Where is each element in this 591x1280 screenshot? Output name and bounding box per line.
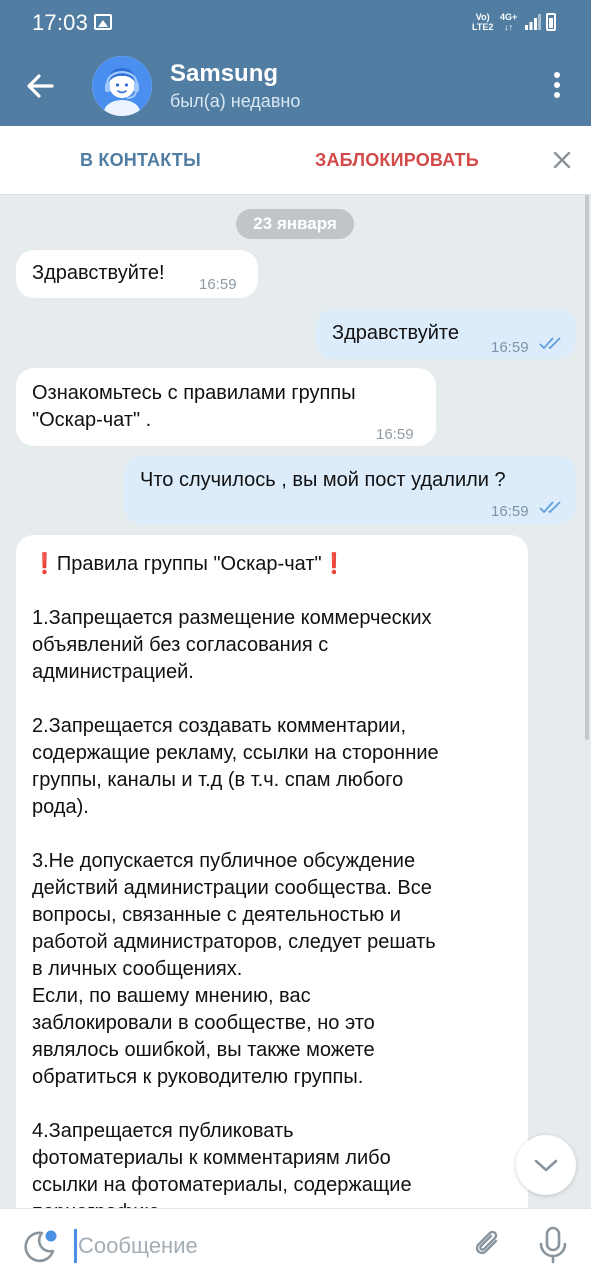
rules-message-content: ❗Правила группы "Оскар-чат"❗ 1.Запрещает… [32,551,512,1208]
incoming-message[interactable]: Здравствуйте! 16:59 [16,250,258,298]
message-time: 16:59 [376,426,414,443]
message-input[interactable] [78,1227,458,1265]
battery-icon [546,13,556,31]
volte-indicator: Vo) LTE2 [472,12,493,32]
rules-title: Правила группы "Оскар-чат" [56,553,322,575]
menu-dot [554,92,560,98]
chat-title[interactable]: Samsung [170,60,278,88]
outgoing-message[interactable]: Что случилось , вы мой пост удалили ? 16… [124,456,576,524]
scrollbar-thumb[interactable] [585,195,589,740]
more-menu-icon[interactable] [545,70,569,100]
status-time: 17:03 [32,10,89,35]
message-text: Ознакомьтесь с правилами группы "Оскар-ч… [32,382,356,431]
menu-dot [554,72,560,78]
new-contact-action-bar: В КОНТАКТЫ ЗАБЛОКИРОВАТЬ [0,126,591,195]
double-check-icon [539,337,561,350]
double-check-icon [539,501,561,514]
message-text: Здравствуйте [332,322,459,344]
add-to-contacts-button[interactable]: В КОНТАКТЫ [80,150,201,171]
volte-label: Vo) [475,12,490,22]
paperclip-icon[interactable] [470,1227,506,1263]
close-icon[interactable] [550,148,574,172]
text-cursor [74,1229,77,1263]
gallery-notification-icon [94,14,112,30]
status-bar: 17:03 Vo) LTE2 4G+ ↓↑ [0,0,591,44]
microphone-icon[interactable] [536,1225,570,1265]
chevron-down-icon [534,1159,558,1172]
scroll-to-bottom-button[interactable] [516,1135,576,1195]
back-arrow-icon[interactable] [22,68,58,104]
emoji-sticker-icon[interactable] [20,1227,58,1265]
data-activity-label: ↓↑ [504,22,514,32]
exclamation-icon: ❗ [321,553,347,575]
date-divider: 23 января [236,209,354,239]
network-type-indicator: 4G+ ↓↑ [500,12,517,32]
message-text: Здравствуйте! [32,262,165,284]
message-time: 16:59 [491,503,529,520]
exclamation-icon: ❗ [32,553,57,575]
network-type-label: 4G+ [500,12,518,22]
incoming-message[interactable]: Ознакомьтесь с правилами группы "Оскар-ч… [16,368,436,446]
menu-dot [554,82,560,88]
avatar[interactable] [92,56,152,116]
support-agent-icon [92,56,152,116]
rules-body: 1.Запрещается размещение коммерческих об… [32,607,439,1208]
message-text: Что случилось , вы мой пост удалили ? [140,469,506,491]
signal-icon [525,14,541,30]
block-user-button[interactable]: ЗАБЛОКИРОВАТЬ [315,150,479,171]
top-bar: 17:03 Vo) LTE2 4G+ ↓↑ Samsung был(а) нед… [0,0,591,126]
outgoing-message[interactable]: Здравствуйте 16:59 [316,309,576,359]
lte2-label: LTE2 [472,22,494,32]
message-time: 16:59 [491,339,529,356]
message-time: 16:59 [199,276,237,293]
message-composer [0,1208,591,1280]
message-list[interactable]: 23 января Здравствуйте! 16:59 Здравствуй… [0,195,591,1208]
last-seen-status: был(а) недавно [170,91,301,111]
incoming-rules-message[interactable]: ❗Правила группы "Оскар-чат"❗ 1.Запрещает… [16,535,528,1208]
